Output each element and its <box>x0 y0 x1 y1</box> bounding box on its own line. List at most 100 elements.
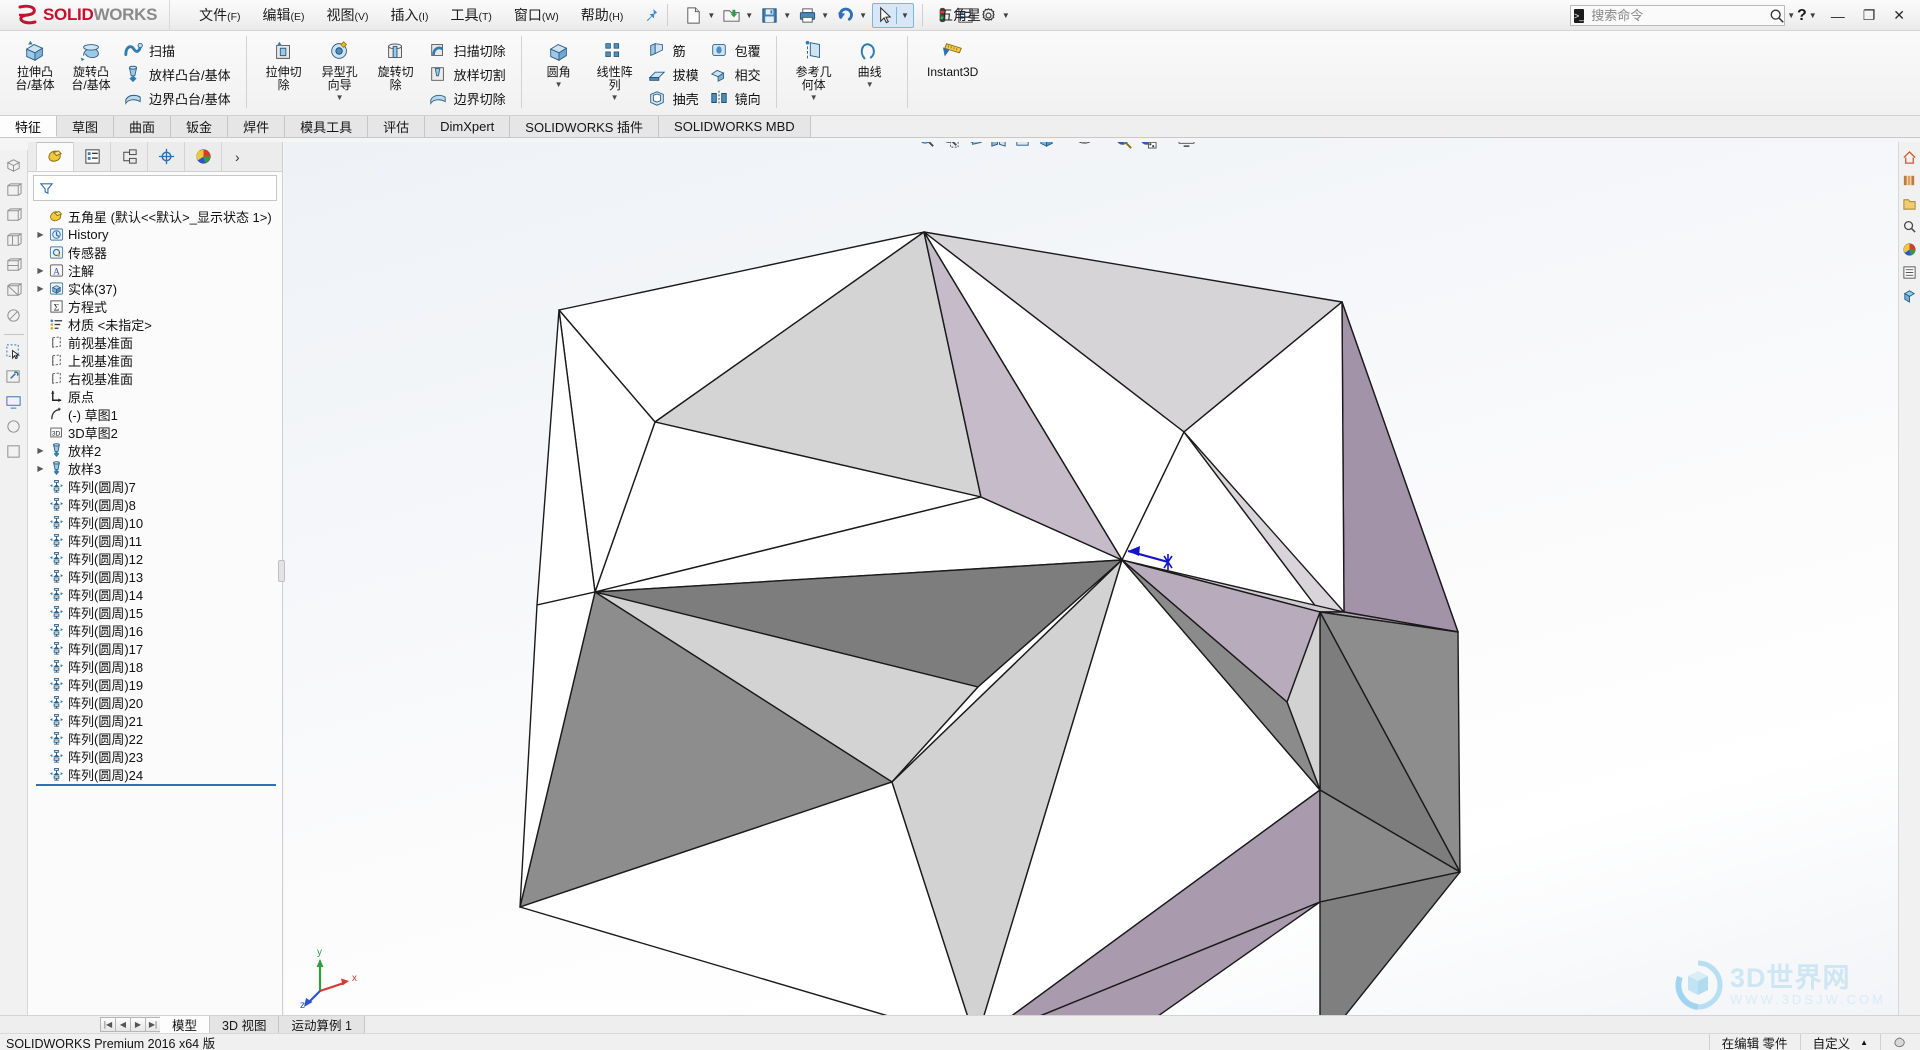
tree-expand-arrow-icon[interactable]: ▶ <box>34 230 47 239</box>
configuration-manager-tab[interactable] <box>110 142 148 171</box>
tree-item[interactable]: 前视基准面 <box>28 333 282 351</box>
rail-box-front-icon[interactable] <box>3 229 25 251</box>
curves-caret[interactable]: ▼ <box>866 80 874 89</box>
display-style-caret[interactable]: ▼ <box>1060 142 1068 144</box>
tab-dimxpert[interactable]: DimXpert <box>425 116 511 137</box>
shell-button[interactable]: 抽壳 <box>643 86 705 110</box>
tree-item[interactable]: 阵列(圆周)8 <box>28 495 282 513</box>
instant3d-button[interactable]: Instant3D <box>917 34 989 79</box>
intersect-button[interactable]: 相交 <box>705 62 767 86</box>
edit-appearance-button[interactable] <box>1112 142 1136 151</box>
tree-item[interactable]: 传感器 <box>28 243 282 261</box>
linear-pattern-caret[interactable]: ▼ <box>611 93 619 102</box>
right-rail-home-icon[interactable] <box>1901 148 1919 166</box>
tree-root-node[interactable]: 五角星 (默认<<默认>_显示状态 1>) <box>28 207 282 225</box>
tab-solidworks-addins[interactable]: SOLIDWORKS 插件 <box>510 116 660 137</box>
right-rail-view-palette-icon[interactable] <box>1901 286 1919 304</box>
previous-view-button[interactable] <box>962 142 986 151</box>
property-manager-tab[interactable] <box>73 142 111 171</box>
rebuild-button[interactable] <box>931 4 954 27</box>
select-button[interactable]: ▼ <box>871 2 914 28</box>
extrude-cut-button[interactable]: 拉伸切除 <box>256 34 312 92</box>
tree-expand-arrow-icon[interactable]: ▶ <box>34 464 47 473</box>
tree-item[interactable]: 阵列(圆周)15 <box>28 603 282 621</box>
draft-button[interactable]: 拔模 <box>643 62 705 86</box>
new-document-caret[interactable]: ▼ <box>707 11 715 20</box>
loft-cut-button[interactable]: 放样切割 <box>424 62 512 86</box>
status-custom-caret[interactable]: ▲ <box>1860 1038 1868 1047</box>
tab-mold-tools[interactable]: 模具工具 <box>285 116 369 137</box>
fillet-button[interactable]: 圆角 ▼ <box>531 34 587 89</box>
tree-item[interactable]: 阵列(圆周)7 <box>28 477 282 495</box>
apply-scene-button[interactable] <box>1136 142 1160 151</box>
tree-item[interactable]: 阵列(圆周)21 <box>28 711 282 729</box>
mirror-button[interactable]: 镜向 <box>705 86 767 110</box>
tree-item[interactable]: 阵列(圆周)19 <box>28 675 282 693</box>
menu-item-insert[interactable]: 插入(I) <box>380 1 440 29</box>
right-rail-custom-properties-icon[interactable] <box>1901 263 1919 281</box>
view-orientation-button[interactable] <box>1010 142 1034 151</box>
display-manager-tab[interactable] <box>184 142 222 171</box>
settings-caret[interactable]: ▼ <box>1002 11 1010 20</box>
sweep-cut-button[interactable]: 扫描切除 <box>424 38 512 62</box>
undo-button[interactable] <box>834 4 857 27</box>
hole-wizard-button[interactable]: 异型孔 向导 ▼ <box>312 34 368 102</box>
tab-surfaces[interactable]: 曲面 <box>114 116 172 137</box>
rail-box-outline-icon[interactable] <box>3 204 25 226</box>
tree-expand-arrow-icon[interactable]: ▶ <box>34 446 47 455</box>
sweep-button[interactable]: 扫描 <box>119 38 237 62</box>
pushpin-icon[interactable] <box>644 8 659 23</box>
right-rail-file-explorer-icon[interactable] <box>1901 194 1919 212</box>
magnifier-icon[interactable] <box>1769 8 1785 24</box>
tab-first-button[interactable]: |◀ <box>100 1017 116 1032</box>
hole-wizard-caret[interactable]: ▼ <box>336 93 344 102</box>
rail-box-view-icon[interactable] <box>3 179 25 201</box>
menu-item-help[interactable]: 帮助(H) <box>570 1 635 29</box>
save-button[interactable] <box>758 4 781 27</box>
tree-item[interactable]: 阵列(圆周)10 <box>28 513 282 531</box>
print-caret[interactable]: ▼ <box>821 11 829 20</box>
new-document-button[interactable] <box>682 4 705 27</box>
tree-expand-arrow-icon[interactable]: ▶ <box>34 284 47 293</box>
hide-show-items-button[interactable] <box>1073 142 1097 151</box>
revolve-cut-button[interactable]: 旋转切除 <box>368 34 424 92</box>
save-caret[interactable]: ▼ <box>783 11 791 20</box>
status-custom-label[interactable]: 自定义 ▲ <box>1799 1033 1880 1050</box>
doc-tab-motion-study[interactable]: 运动算例 1 <box>279 1016 365 1033</box>
reference-geometry-button[interactable]: 参考几 何体 ▼ <box>786 34 842 102</box>
tree-item[interactable]: 阵列(圆周)16 <box>28 621 282 639</box>
boundary-boss-button[interactable]: 边界凸台/基体 <box>119 86 237 110</box>
tree-item[interactable]: ▶ History <box>28 225 282 243</box>
menu-item-edit[interactable]: 编辑(E) <box>252 1 316 29</box>
tab-weldments[interactable]: 焊件 <box>228 116 286 137</box>
options-list-button[interactable] <box>954 4 977 27</box>
right-rail-search-panel-icon[interactable] <box>1901 217 1919 235</box>
feature-tree-tab[interactable] <box>36 142 74 171</box>
search-input[interactable] <box>1589 7 1770 24</box>
view-settings-caret[interactable]: ▼ <box>1201 142 1209 144</box>
tab-sketch[interactable]: 草图 <box>57 116 115 137</box>
feature-tree-filter[interactable] <box>33 175 277 201</box>
rail-box-side-icon[interactable] <box>3 254 25 276</box>
rail-isometric-view-icon[interactable] <box>3 154 25 176</box>
rail-appearance-icon[interactable] <box>3 415 25 437</box>
settings-button[interactable] <box>977 4 1000 27</box>
print-button[interactable] <box>796 4 819 27</box>
hide-show-caret[interactable]: ▼ <box>1099 142 1107 144</box>
tree-item[interactable]: 阵列(圆周)22 <box>28 729 282 747</box>
minimize-button[interactable]: — <box>1822 8 1854 24</box>
linear-pattern-button[interactable]: 线性阵列 ▼ <box>587 34 643 102</box>
tab-features[interactable]: 特征 <box>0 116 58 137</box>
tree-item[interactable]: 右视基准面 <box>28 369 282 387</box>
tab-next-button[interactable]: ▶ <box>130 1017 146 1032</box>
feature-manager-more-button[interactable]: › <box>221 142 282 171</box>
right-rail-design-library-icon[interactable] <box>1901 171 1919 189</box>
doc-tab-3d-views[interactable]: 3D 视图 <box>210 1016 280 1033</box>
restore-button[interactable]: ❐ <box>1854 7 1885 24</box>
tree-item[interactable]: 阵列(圆周)23 <box>28 747 282 765</box>
extrude-boss-button[interactable]: 拉伸凸 台/基体 <box>7 34 63 92</box>
help-caret[interactable]: ▼ <box>1809 11 1817 20</box>
three-d-model-star-polyhedron[interactable] <box>284 142 1898 1017</box>
menu-item-file[interactable]: 文件(F) <box>188 1 251 29</box>
tree-item[interactable]: ▶ 放样2 <box>28 441 282 459</box>
